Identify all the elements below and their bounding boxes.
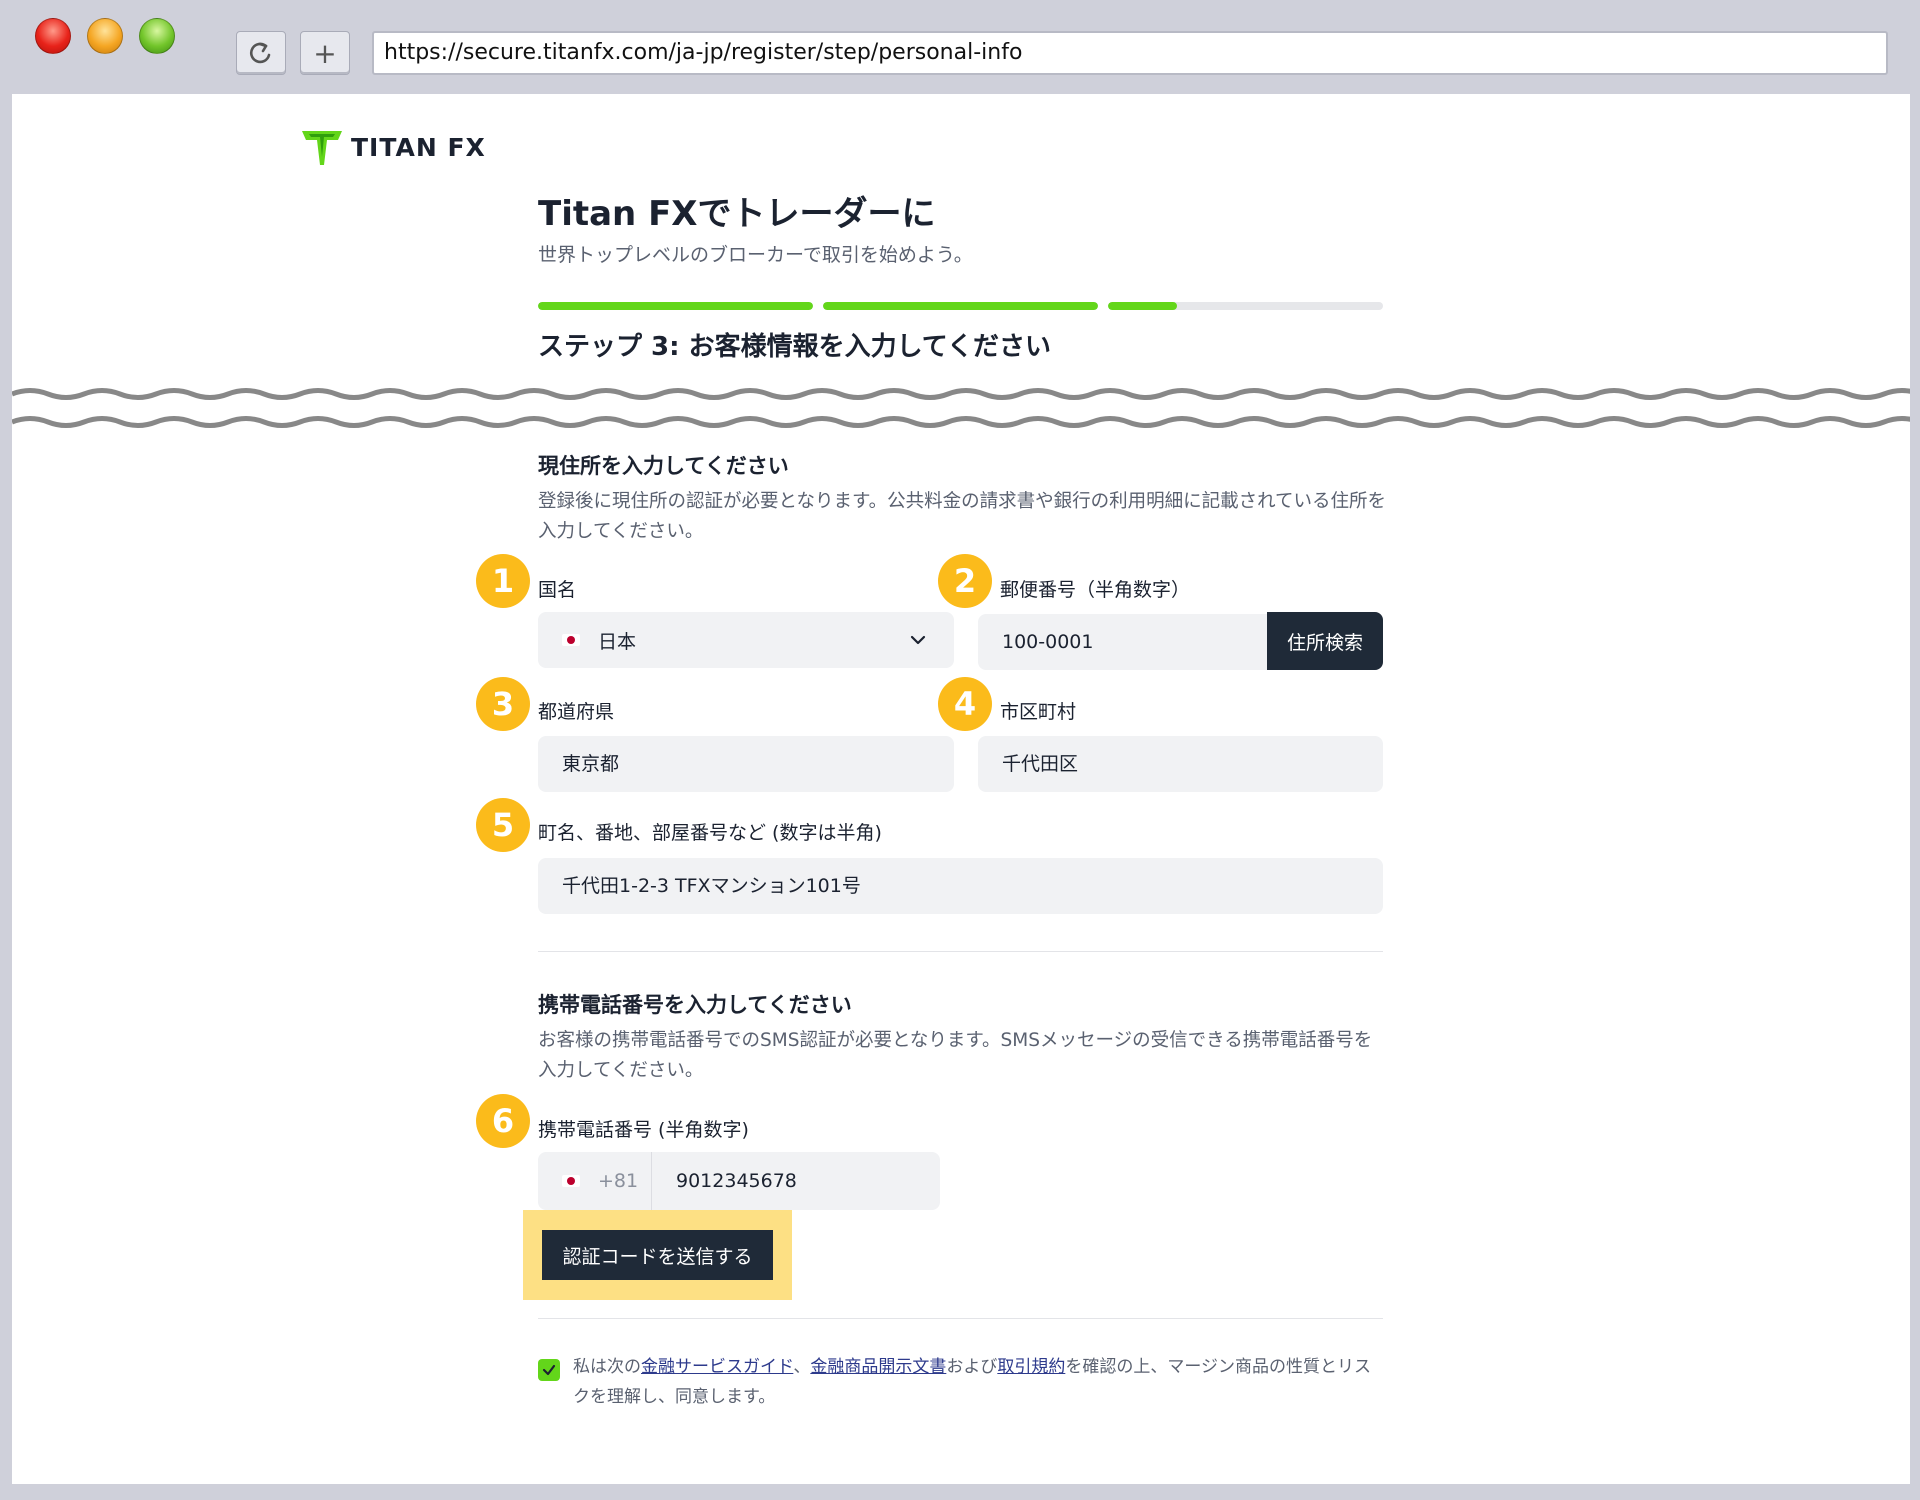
titanfx-logo-mark-icon — [302, 131, 342, 165]
badge-2: 2 — [938, 554, 992, 608]
badge-6: 6 — [476, 1094, 530, 1148]
country-label: 国名 — [538, 579, 577, 601]
product-disclosure-link[interactable]: 金融商品開示文書 — [810, 1357, 946, 1377]
minimize-window-button[interactable] — [87, 18, 123, 54]
reload-icon — [249, 42, 271, 64]
terms-link[interactable]: 取引規約 — [997, 1357, 1065, 1377]
badge-5: 5 — [476, 798, 530, 852]
address-search-button[interactable]: 住所検索 — [1267, 612, 1383, 670]
browser-chrome: + https://secure.titanfx.com/ja-jp/regis… — [0, 0, 1920, 94]
close-window-button[interactable] — [35, 18, 71, 54]
city-label: 市区町村 — [1000, 701, 1077, 723]
postal-code-label: 郵便番号（半角数字） — [1000, 579, 1191, 601]
address-section-title: 現住所を入力してください — [538, 454, 789, 478]
logo-text: TITAN FX — [351, 132, 486, 162]
address-section-desc: 登録後に現住所の認証が必要となります。公共料金の請求書や銀行の利用明細に記載され… — [538, 491, 1387, 542]
step-progress-bar — [538, 302, 1383, 310]
prefecture-input[interactable]: 東京都 — [538, 736, 954, 792]
japan-flag-icon — [562, 1175, 580, 1187]
postal-code-input[interactable]: 100-0001 — [978, 614, 1278, 670]
phone-label: 携帯電話番号 (半角数字) — [538, 1119, 749, 1141]
plus-icon: + — [313, 36, 337, 70]
page-title: Titan FXでトレーダーに — [538, 194, 936, 234]
phone-number-value[interactable]: 9012345678 — [652, 1170, 797, 1192]
country-select-value: 日本 — [598, 630, 637, 653]
reload-button[interactable] — [236, 31, 286, 75]
page-subtitle: 世界トップレベルのブローカーで取引を始めよう。 — [538, 244, 973, 266]
consent-text: 私は次の金融サービスガイド、金融商品開示文書および取引規約を確認の上、マージン商… — [573, 1352, 1383, 1412]
consent-text-part: 、 — [793, 1357, 811, 1377]
japan-flag-icon — [562, 634, 580, 646]
consent-text-part: および — [946, 1357, 998, 1377]
progress-segment-2 — [823, 302, 1098, 310]
prefecture-label: 都道府県 — [538, 701, 615, 723]
phone-section-desc: お客様の携帯電話番号でのSMS認証が必要となります。SMSメッセージの受信できる… — [538, 1030, 1373, 1081]
maximize-window-button[interactable] — [139, 18, 175, 54]
phone-section-title: 携帯電話番号を入力してください — [538, 993, 852, 1017]
section-divider — [538, 1318, 1383, 1319]
financial-services-guide-link[interactable]: 金融サービスガイド — [641, 1357, 793, 1377]
address-bar[interactable]: https://secure.titanfx.com/ja-jp/registe… — [372, 31, 1888, 75]
step-title: ステップ 3: お客様情報を入力してください — [538, 332, 1052, 362]
page-content: TITAN FX Titan FXでトレーダーに 世界トップレベルのブローカーで… — [12, 94, 1910, 1484]
badge-3: 3 — [476, 677, 530, 731]
badge-1: 1 — [476, 554, 530, 608]
street-input[interactable]: 千代田1-2-3 TFXマンション101号 — [538, 858, 1383, 914]
phone-country-code-selector[interactable]: +81 — [538, 1152, 652, 1210]
progress-segment-1 — [538, 302, 813, 310]
phone-input[interactable]: +81 9012345678 — [538, 1152, 940, 1210]
city-input[interactable]: 千代田区 — [978, 736, 1383, 792]
titanfx-logo[interactable]: TITAN FX — [300, 127, 486, 167]
new-tab-button[interactable]: + — [300, 31, 350, 75]
progress-segment-3 — [1108, 302, 1383, 310]
screenshot-break-divider — [12, 388, 1910, 428]
section-divider — [538, 951, 1383, 952]
phone-country-code: +81 — [598, 1170, 639, 1192]
consent-checkbox[interactable] — [538, 1359, 560, 1381]
badge-4: 4 — [938, 677, 992, 731]
send-verification-code-button[interactable]: 認証コードを送信する — [542, 1230, 773, 1280]
checkmark-icon — [542, 1364, 556, 1376]
chevron-down-icon — [910, 635, 926, 645]
country-select[interactable]: 日本 — [538, 612, 954, 668]
street-label: 町名、番地、部屋番号など (数字は半角) — [538, 822, 882, 844]
consent-text-part: 私は次の — [573, 1357, 641, 1377]
